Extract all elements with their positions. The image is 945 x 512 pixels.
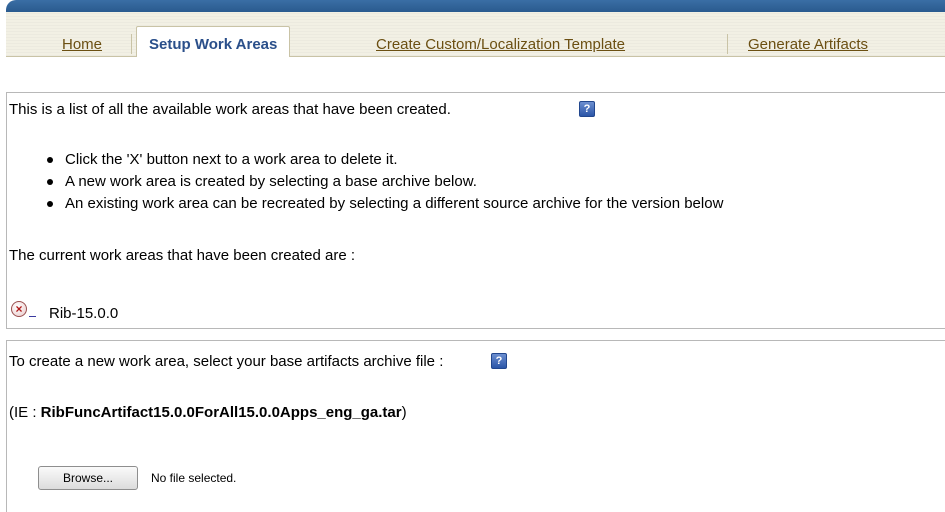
example-archive-filename: RibFuncArtifact15.0.0ForAll15.0.0Apps_en… [40,404,402,421]
work-areas-intro-text: This is a list of all the available work… [9,101,451,118]
tab-separator [131,34,132,54]
example-archive-text: (IE : RibFuncArtifact15.0.0ForAll15.0.0A… [9,404,407,421]
tab-home[interactable]: Home [62,36,102,53]
work-areas-panel: This is a list of all the available work… [6,92,945,329]
example-suffix: ) [401,404,407,421]
example-prefix: (IE : [9,404,41,421]
list-item: Click the 'X' button next to a work area… [41,149,723,171]
tab-setup-work-areas[interactable]: Setup Work Areas [136,26,291,57]
list-item: An existing work area can be recreated b… [41,193,723,215]
delete-x-icon[interactable]: × [11,301,27,317]
tab-bar: Home Setup Work Areas Create Custom/Loca… [6,12,945,57]
instruction-list: Click the 'X' button next to a work area… [41,149,723,215]
page-root: Home Setup Work Areas Create Custom/Loca… [0,0,945,512]
tab-create-custom-localization-template[interactable]: Create Custom/Localization Template [376,36,625,53]
tab-generate-artifacts[interactable]: Generate Artifacts [748,36,868,53]
create-work-area-instruction: To create a new work area, select your b… [9,353,444,370]
help-icon[interactable]: ? [579,101,595,117]
delete-link-underline [29,316,36,317]
create-work-area-panel: To create a new work area, select your b… [6,340,945,512]
current-work-areas-label: The current work areas that have been cr… [9,247,356,264]
help-icon[interactable]: ? [491,353,507,369]
tab-separator [727,34,728,54]
header-banner-strip [6,0,945,12]
list-item: A new work area is created by selecting … [41,171,723,193]
work-area-name: Rib-15.0.0 [49,305,119,322]
browse-button[interactable]: Browse... [38,466,138,490]
file-selection-status: No file selected. [151,471,237,485]
